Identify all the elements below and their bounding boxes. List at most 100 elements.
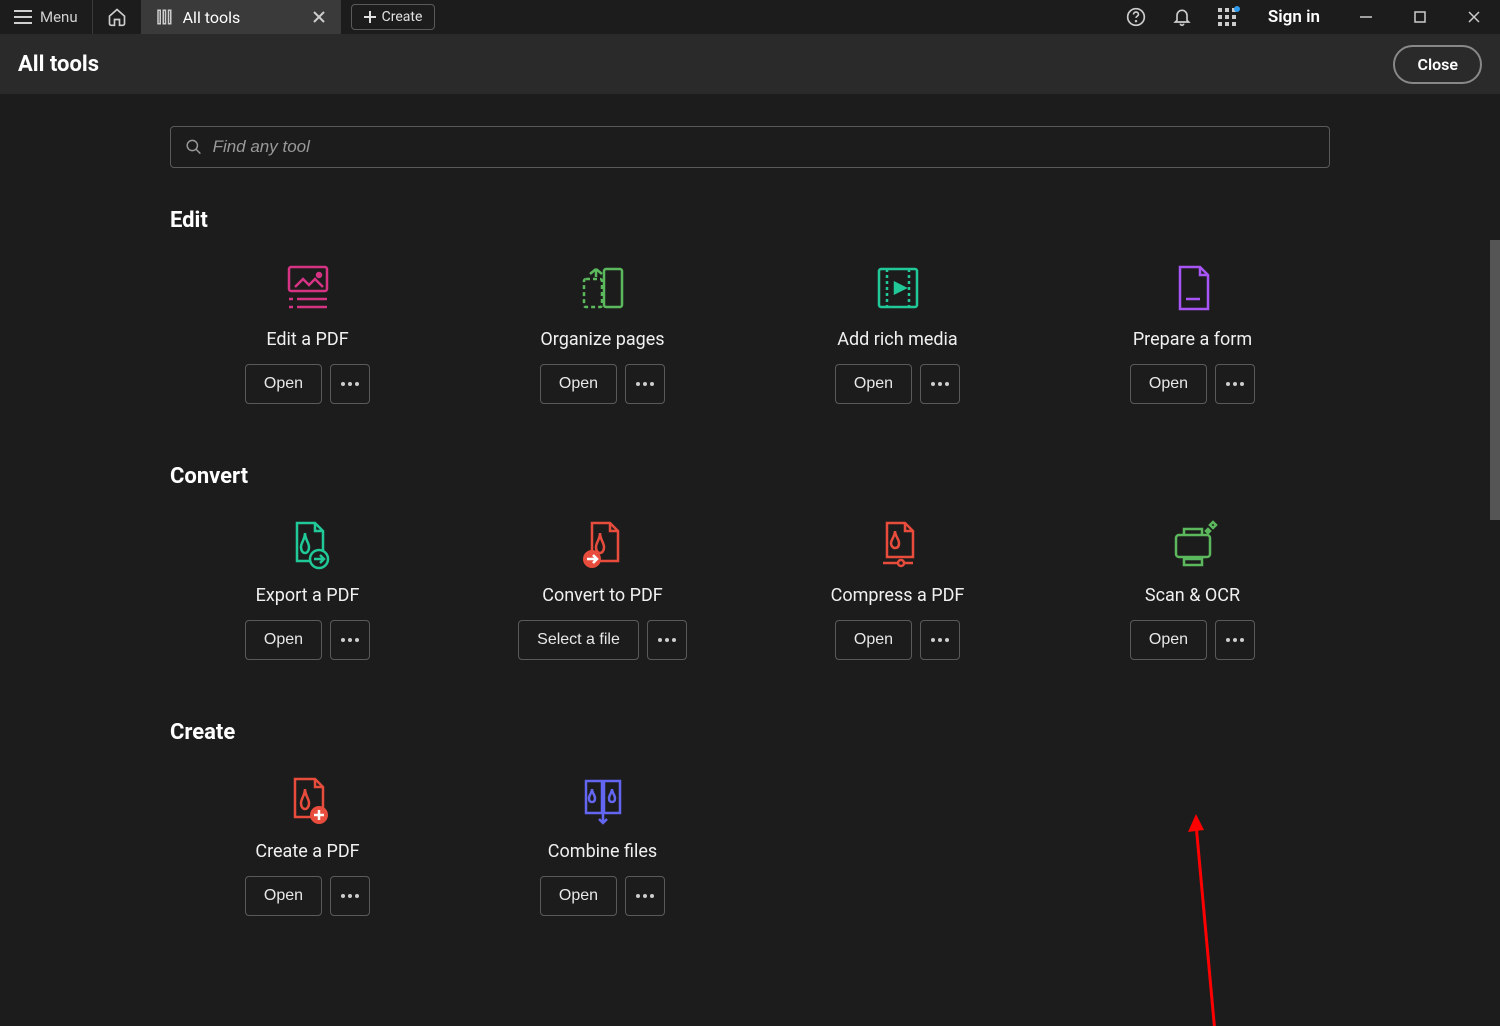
apps-badge-dot (1234, 6, 1240, 12)
tab-all-tools[interactable]: All tools (141, 0, 341, 34)
convert-pdf-icon (576, 517, 630, 571)
more-button[interactable] (625, 876, 665, 916)
more-button[interactable] (330, 364, 370, 404)
more-icon (341, 894, 359, 898)
search-input[interactable] (213, 137, 1315, 157)
help-icon (1126, 7, 1146, 27)
window-minimize-button[interactable] (1340, 0, 1392, 34)
scrollbar[interactable] (1490, 240, 1500, 520)
tool-label: Add rich media (837, 329, 957, 350)
tool-label: Edit a PDF (266, 329, 348, 350)
combine-files-icon (576, 773, 630, 827)
tool-label: Compress a PDF (831, 585, 965, 606)
more-icon (658, 638, 676, 642)
tool-label: Scan & OCR (1145, 585, 1240, 606)
scan-ocr-icon (1166, 517, 1220, 571)
open-button[interactable]: Open (1130, 620, 1207, 660)
section-row-convert: Export a PDF Open Convert to PDF Select … (170, 517, 1330, 660)
section-row-create: Create a PDF Open Combine files Open (170, 773, 1330, 916)
apps-grid-icon (1218, 8, 1236, 26)
more-icon (1226, 638, 1244, 642)
select-file-button[interactable]: Select a file (518, 620, 639, 660)
more-icon (931, 638, 949, 642)
tool-label: Combine files (548, 841, 657, 862)
tool-compress-a-pdf: Compress a PDF Open (760, 517, 1035, 660)
bell-icon (1172, 7, 1192, 27)
close-icon (1468, 11, 1480, 23)
more-button[interactable] (625, 364, 665, 404)
more-icon (341, 638, 359, 642)
tool-label: Create a PDF (255, 841, 359, 862)
help-button[interactable] (1114, 0, 1158, 34)
tool-scan-and-ocr: Scan & OCR Open (1055, 517, 1330, 660)
more-button[interactable] (330, 876, 370, 916)
menu-label: Menu (40, 8, 78, 26)
tool-combine-files: Combine files Open (465, 773, 740, 916)
open-button[interactable]: Open (1130, 364, 1207, 404)
tab-label: All tools (183, 8, 241, 27)
close-icon (313, 11, 325, 23)
edit-pdf-icon (281, 261, 335, 315)
tool-label: Export a PDF (256, 585, 360, 606)
more-icon (1226, 382, 1244, 386)
create-label: Create (382, 9, 423, 25)
window-close-button[interactable] (1448, 0, 1500, 34)
tool-export-a-pdf: Export a PDF Open (170, 517, 445, 660)
notifications-button[interactable] (1160, 0, 1204, 34)
apps-button[interactable] (1206, 0, 1248, 34)
home-icon (107, 7, 127, 27)
search-icon (185, 138, 203, 156)
more-button[interactable] (920, 620, 960, 660)
open-button[interactable]: Open (245, 876, 322, 916)
tool-label: Organize pages (540, 329, 664, 350)
open-button[interactable]: Open (835, 364, 912, 404)
section-row-edit: Edit a PDF Open Organize pages Open (170, 261, 1330, 404)
page-title: All tools (18, 52, 99, 77)
create-pdf-icon (281, 773, 335, 827)
tools-icon (155, 8, 173, 26)
search-field[interactable] (170, 126, 1330, 168)
rich-media-icon (871, 261, 925, 315)
section-title-edit: Edit (170, 208, 1330, 233)
more-button[interactable] (1215, 620, 1255, 660)
prepare-form-icon (1166, 261, 1220, 315)
more-button[interactable] (920, 364, 960, 404)
open-button[interactable]: Open (245, 620, 322, 660)
tool-organize-pages: Organize pages Open (465, 261, 740, 404)
open-button[interactable]: Open (245, 364, 322, 404)
create-button[interactable]: Create (351, 4, 436, 30)
tool-create-a-pdf: Create a PDF Open (170, 773, 445, 916)
window-maximize-button[interactable] (1394, 0, 1446, 34)
minimize-icon (1360, 11, 1372, 23)
more-button[interactable] (647, 620, 687, 660)
subheader: All tools Close (0, 34, 1500, 94)
more-button[interactable] (330, 620, 370, 660)
more-icon (931, 382, 949, 386)
plus-icon (364, 11, 376, 23)
menu-button[interactable]: Menu (0, 0, 93, 34)
hamburger-icon (14, 10, 32, 24)
tool-add-rich-media: Add rich media Open (760, 261, 1035, 404)
open-button[interactable]: Open (835, 620, 912, 660)
section-title-convert: Convert (170, 464, 1330, 489)
tool-label: Prepare a form (1133, 329, 1252, 350)
tool-prepare-a-form: Prepare a form Open (1055, 261, 1330, 404)
more-icon (636, 382, 654, 386)
organize-pages-icon (576, 261, 630, 315)
open-button[interactable]: Open (540, 876, 617, 916)
more-icon (636, 894, 654, 898)
home-button[interactable] (93, 0, 141, 34)
titlebar-right: Sign in (1114, 0, 1500, 34)
more-button[interactable] (1215, 364, 1255, 404)
content-area: Edit Edit a PDF Open Organize pages Open (0, 94, 1500, 1026)
more-icon (341, 382, 359, 386)
tab-close-button[interactable] (311, 9, 327, 25)
maximize-icon (1414, 11, 1426, 23)
compress-pdf-icon (871, 517, 925, 571)
tool-edit-a-pdf: Edit a PDF Open (170, 261, 445, 404)
open-button[interactable]: Open (540, 364, 617, 404)
close-panel-button[interactable]: Close (1393, 45, 1482, 84)
section-title-create: Create (170, 720, 1330, 745)
titlebar: Menu All tools Create Sign in (0, 0, 1500, 34)
signin-button[interactable]: Sign in (1250, 7, 1338, 27)
